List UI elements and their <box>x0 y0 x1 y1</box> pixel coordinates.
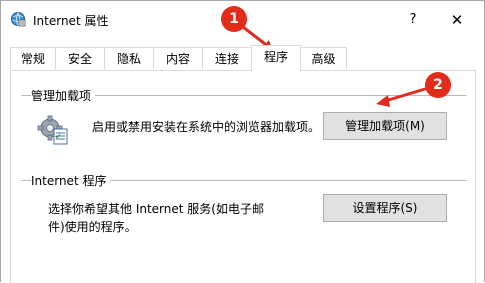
programs-group-title: Internet 程序 <box>31 172 111 189</box>
tab-security[interactable]: 安全 <box>55 47 105 69</box>
help-button[interactable]: ? <box>401 8 425 32</box>
gear-settings-icon <box>37 115 68 145</box>
tab-advanced[interactable]: 高级 <box>300 47 347 69</box>
manage-addons-button[interactable]: 管理加载项(M) <box>323 112 447 140</box>
close-button[interactable]: ✕ <box>441 8 473 32</box>
tab-programs[interactable]: 程序 <box>251 45 301 71</box>
tab-privacy[interactable]: 隐私 <box>104 47 154 69</box>
tab-general[interactable]: 常规 <box>10 47 56 69</box>
programs-description-line1: 选择你希望其他 Internet 服务(如电子邮 <box>48 202 264 216</box>
set-programs-button[interactable]: 设置程序(S) <box>323 194 447 222</box>
annotation-arrow-2 <box>376 87 427 107</box>
tab-content[interactable]: 内容 <box>153 47 203 69</box>
programs-description-line2: 件)使用的程序。 <box>48 220 137 234</box>
addons-description: 启用或禁用安装在系统中的浏览器加载项。 <box>92 120 321 134</box>
internet-globe-icon <box>11 12 26 27</box>
addons-group-title: 管理加载项 <box>31 87 96 104</box>
internet-properties-window: Internet 属性 ? ✕ 常规 安全 隐私 内容 连接 程序 高级 管理加… <box>0 0 485 283</box>
window-title: Internet 属性 <box>33 14 109 28</box>
